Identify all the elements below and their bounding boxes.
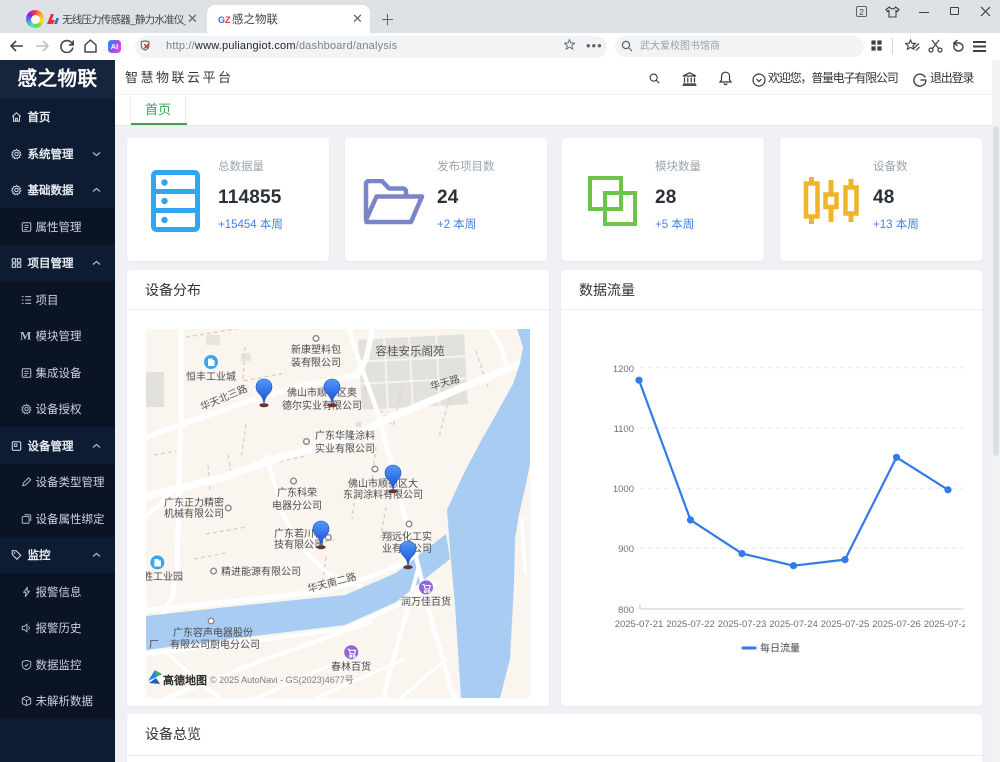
svg-text:2025-07-22: 2025-07-22 (666, 619, 715, 630)
svg-text:新康塑料包: 新康塑料包 (291, 343, 341, 356)
svg-text:© 2025 AutoNavi - GS(2023)4677: © 2025 AutoNavi - GS(2023)4677号 (210, 675, 354, 685)
svg-text:电器分公司: 电器分公司 (272, 499, 322, 512)
svg-text:厂: 厂 (149, 640, 159, 651)
svg-text:装有限公司: 装有限公司 (291, 356, 341, 369)
svg-text:春林百货: 春林百货 (331, 660, 371, 673)
svg-text:广东容声电器股份: 广东容声电器股份 (173, 626, 253, 639)
svg-text:广东科荣: 广东科荣 (277, 486, 317, 499)
svg-text:广东正力精密: 广东正力精密 (164, 496, 224, 509)
svg-text:技有限公司: 技有限公司 (274, 538, 324, 551)
svg-text:2025-07-21: 2025-07-21 (615, 619, 664, 630)
svg-text:德尔实业有限公司: 德尔实业有限公司 (282, 399, 362, 412)
svg-text:1200: 1200 (613, 364, 634, 375)
svg-text:900: 900 (618, 544, 634, 555)
svg-text:2025-07-24: 2025-07-24 (769, 619, 818, 630)
svg-text:胜工业园: 胜工业园 (146, 571, 183, 583)
svg-text:机械有限公司: 机械有限公司 (164, 507, 224, 520)
svg-text:1100: 1100 (614, 424, 634, 435)
svg-text:东润涂料有限公司: 东润涂料有限公司 (343, 488, 423, 501)
svg-text:润万佳百货: 润万佳百货 (401, 595, 451, 608)
svg-text:有限公司厨电分公司: 有限公司厨电分公司 (170, 638, 260, 651)
svg-text:2025-07-27: 2025-07-27 (924, 619, 965, 630)
svg-text:2025-07-26: 2025-07-26 (872, 619, 921, 630)
svg-text:2025-07-25: 2025-07-25 (821, 619, 870, 630)
svg-text:高德地图: 高德地图 (163, 673, 207, 687)
svg-text:800: 800 (618, 605, 634, 616)
svg-text:恒丰工业城: 恒丰工业城 (186, 370, 236, 383)
svg-text:2025-07-23: 2025-07-23 (718, 619, 767, 630)
svg-text:广东华隆涂料: 广东华隆涂料 (315, 429, 375, 442)
svg-text:1000: 1000 (613, 484, 634, 495)
svg-text:佛山市顺德区奥: 佛山市顺德区奥 (287, 386, 357, 399)
svg-text:佛山市顺德区大: 佛山市顺德区大 (348, 477, 418, 490)
svg-text:容桂安乐阁苑: 容桂安乐阁苑 (376, 344, 445, 358)
svg-text:实业有限公司: 实业有限公司 (315, 442, 375, 455)
svg-text:每日流量: 每日流量 (760, 642, 800, 655)
svg-text:精进能源有限公司: 精进能源有限公司 (221, 565, 301, 578)
